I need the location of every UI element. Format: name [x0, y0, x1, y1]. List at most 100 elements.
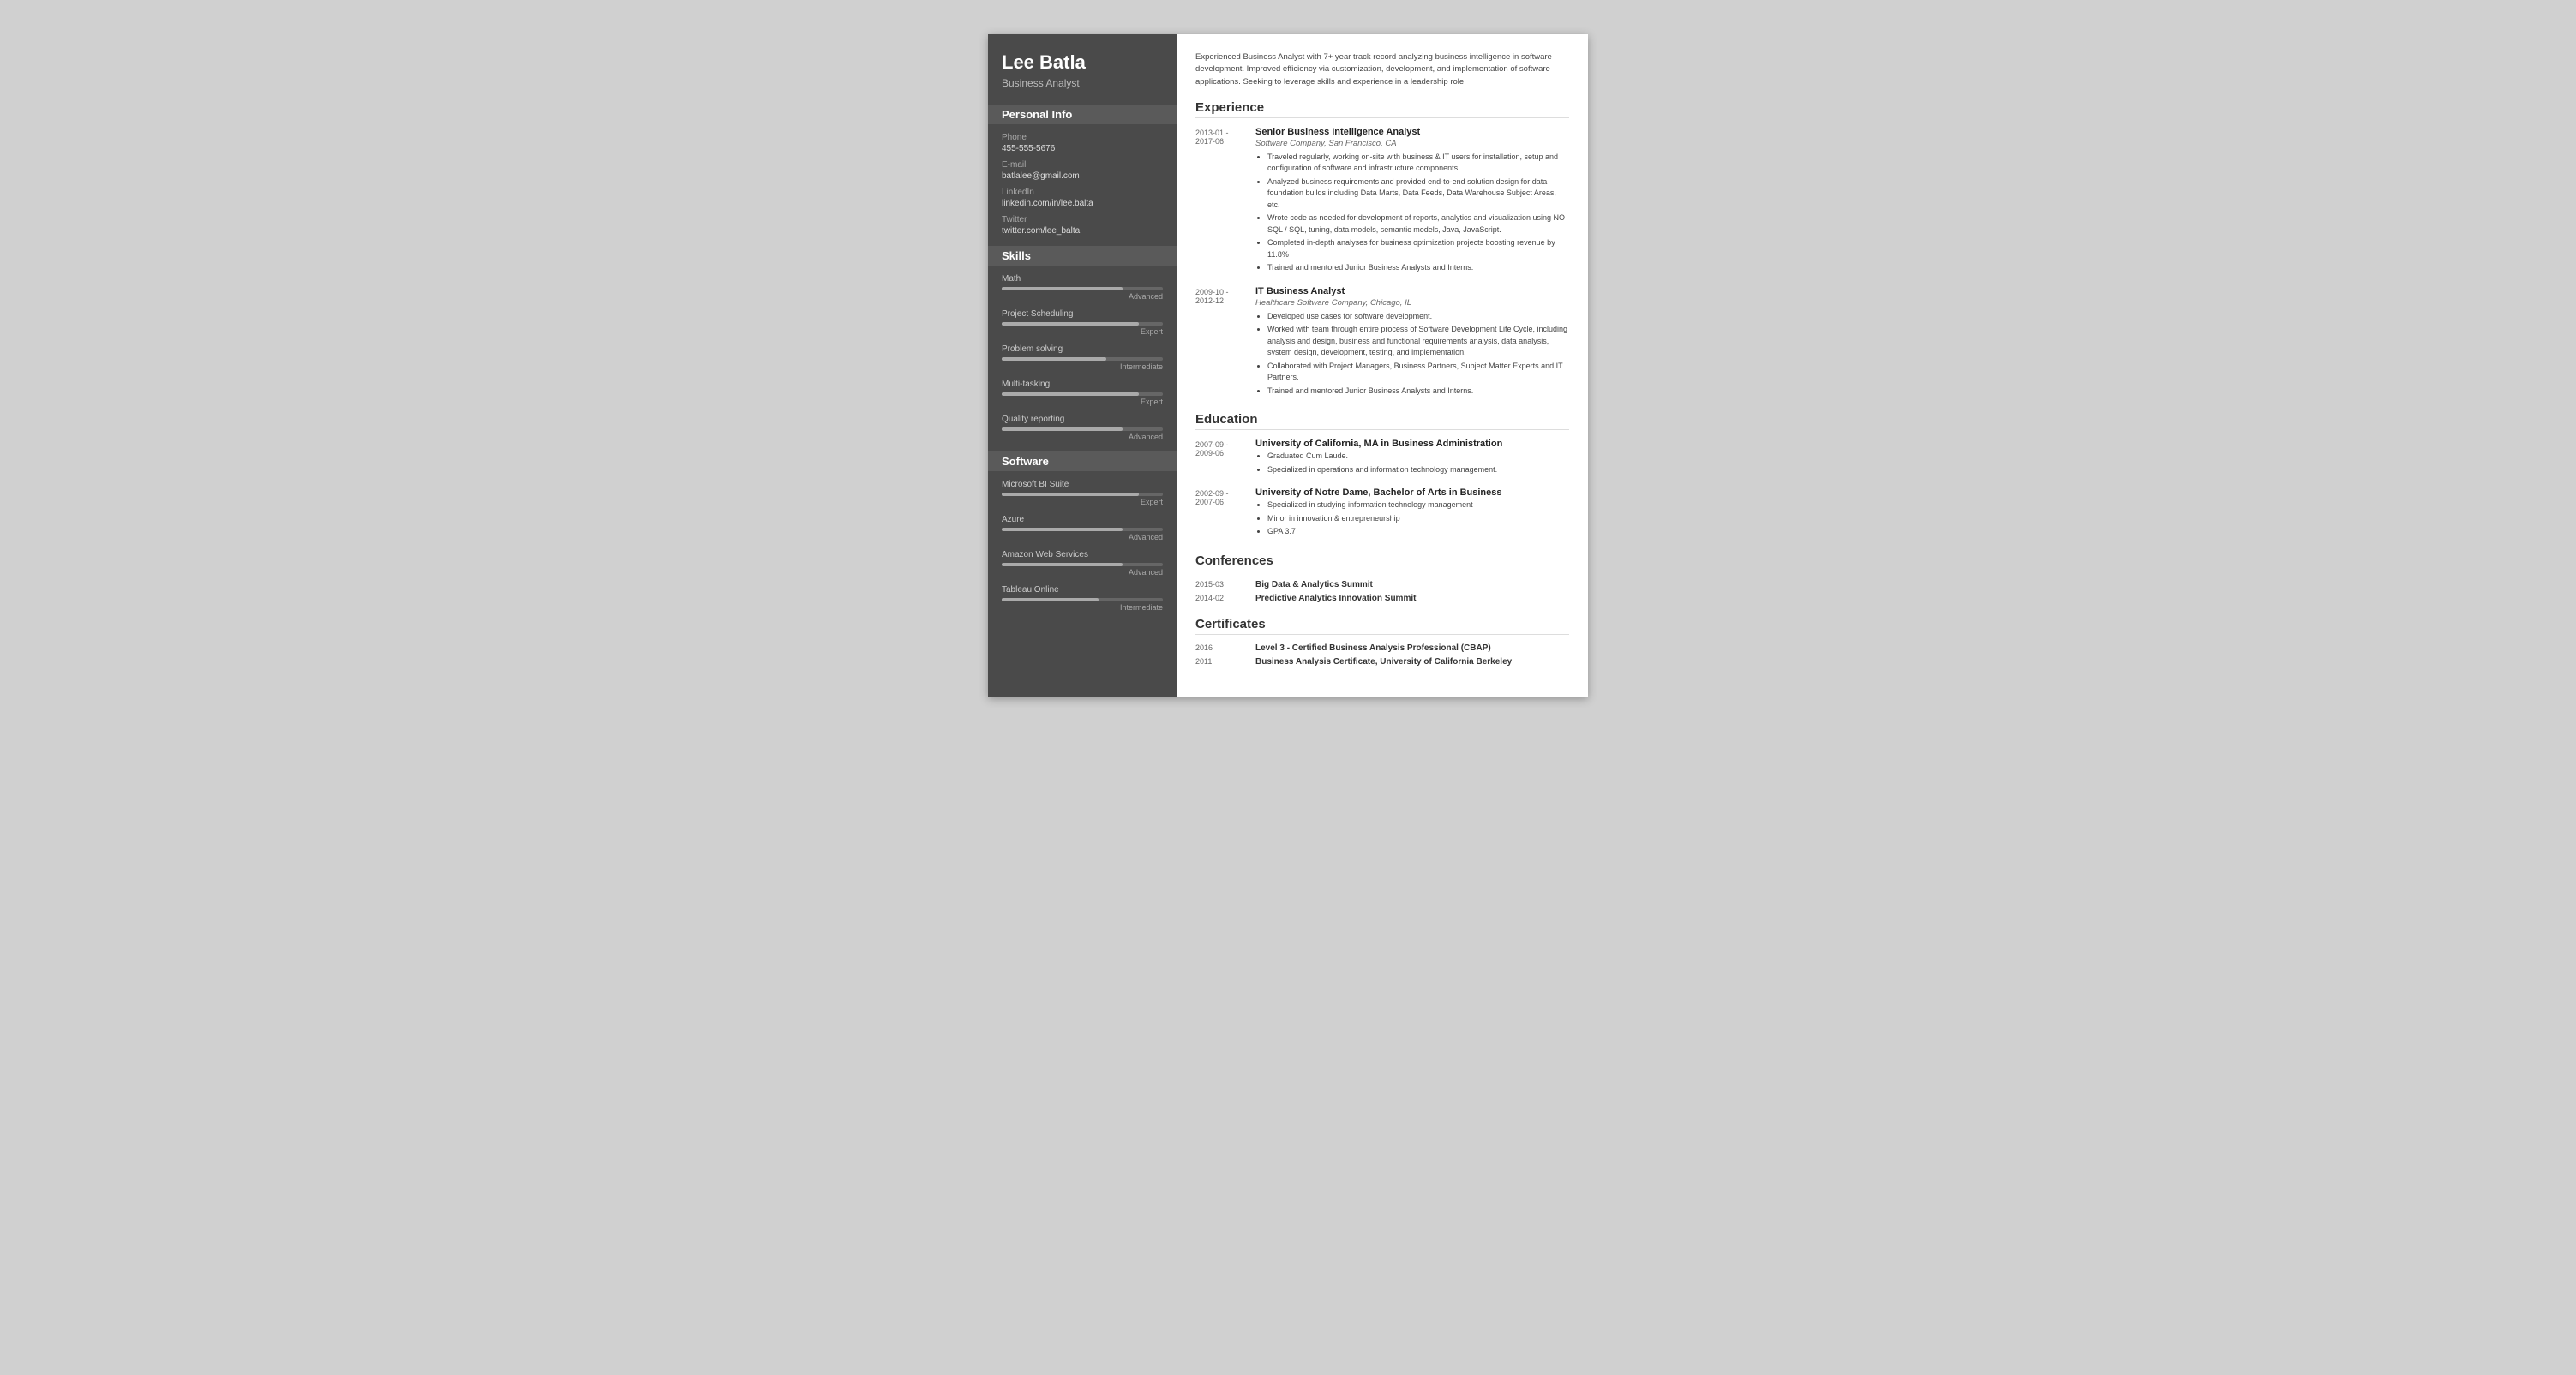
skill-name: Azure — [1002, 515, 1163, 524]
entry: 2013-01 -2017-06Senior Business Intellig… — [1195, 127, 1569, 276]
info-label: E-mail — [1002, 160, 1163, 170]
entry: 2009-10 -2012-12IT Business Analyst Healt… — [1195, 286, 1569, 399]
skill-bar-fill — [1002, 392, 1139, 396]
conferences-section: Conferences 2015-03Big Data & Analytics … — [1195, 553, 1569, 603]
certificates-heading: Certificates — [1195, 617, 1569, 635]
entry-content: IT Business Analyst Healthcare Software C… — [1255, 286, 1569, 399]
bullet-item: Wrote code as needed for development of … — [1267, 212, 1569, 236]
candidate-name: Lee Batla — [1002, 51, 1163, 74]
software-list: Microsoft BI Suite Expert Azure Advanced Ama… — [1002, 480, 1163, 612]
skill-bar-fill — [1002, 427, 1123, 431]
skill-name: Microsoft BI Suite — [1002, 480, 1163, 489]
personal-info-fields: Phone 455-555-5676 E-mailbatlalee@gmail.co… — [1002, 133, 1163, 236]
entry-bullets: Traveled regularly, working on-site with… — [1255, 152, 1569, 274]
skill-bar-fill — [1002, 528, 1123, 531]
conference-date: 2015-03 — [1195, 580, 1255, 589]
info-label: Phone — [1002, 133, 1163, 142]
experience-heading: Experience — [1195, 100, 1569, 118]
bullet-item: Minor in innovation & entrepreneurship — [1267, 513, 1569, 525]
skill-bar-fill — [1002, 287, 1123, 290]
info-value: batlalee@gmail.com — [1002, 171, 1163, 181]
skills-heading: Skills — [988, 246, 1177, 266]
skill-level: Advanced — [1002, 292, 1163, 301]
skill-level: Advanced — [1002, 568, 1163, 577]
info-value: twitter.com/lee_balta — [1002, 226, 1163, 236]
entry: 2007-09 -2009-06University of California… — [1195, 439, 1569, 477]
skill-bar-bg — [1002, 563, 1163, 566]
certificate-row: 2011Business Analysis Certificate, Unive… — [1195, 657, 1569, 667]
skill-level: Expert — [1002, 398, 1163, 406]
skill-bar-fill — [1002, 322, 1139, 326]
skill-name: Problem solving — [1002, 344, 1163, 354]
entry-subtitle: Software Company, San Francisco, CA — [1255, 139, 1569, 148]
entry-title: University of Notre Dame, Bachelor of Ar… — [1255, 487, 1569, 498]
entry-bullets: Developed use cases for software develop… — [1255, 311, 1569, 398]
entry-date: 2002-09 -2007-06 — [1195, 487, 1255, 540]
bullet-item: Developed use cases for software develop… — [1267, 311, 1569, 323]
skill-level: Advanced — [1002, 433, 1163, 441]
sidebar: Lee Batla Business Analyst Personal Info… — [988, 34, 1177, 697]
info-label: Twitter — [1002, 215, 1163, 224]
software-heading: Software — [988, 451, 1177, 471]
certificate-year: 2016 — [1195, 643, 1255, 653]
skill-name: Multi-tasking — [1002, 380, 1163, 389]
bullet-item: Graduated Cum Laude. — [1267, 451, 1569, 463]
bullet-item: Specialized in operations and informatio… — [1267, 464, 1569, 476]
certificate-name: Level 3 - Certified Business Analysis Pr… — [1255, 643, 1491, 653]
skill-level: Intermediate — [1002, 362, 1163, 371]
bullet-item: Specialized in studying information tech… — [1267, 499, 1569, 511]
skill-name: Amazon Web Services — [1002, 550, 1163, 559]
entry-date: 2013-01 -2017-06 — [1195, 127, 1255, 276]
bullet-item: Trained and mentored Junior Business Ana… — [1267, 262, 1569, 274]
summary-text: Experienced Business Analyst with 7+ yea… — [1195, 51, 1569, 88]
skills-list: Math Advanced Project Scheduling Expert Prob… — [1002, 274, 1163, 441]
entry-title: University of California, MA in Business… — [1255, 439, 1569, 449]
candidate-title: Business Analyst — [1002, 77, 1163, 89]
conferences-list: 2015-03Big Data & Analytics Summit2014-0… — [1195, 580, 1569, 603]
conference-name: Predictive Analytics Innovation Summit — [1255, 594, 1416, 603]
skill-bar-bg — [1002, 322, 1163, 326]
bullet-item: Worked with team through entire process … — [1267, 324, 1569, 359]
bullet-item: GPA 3.7 — [1267, 526, 1569, 538]
skill-bar-bg — [1002, 427, 1163, 431]
experience-entries: 2013-01 -2017-06Senior Business Intellig… — [1195, 127, 1569, 399]
skill-name: Quality reporting — [1002, 415, 1163, 424]
entry: 2002-09 -2007-06University of Notre Dame… — [1195, 487, 1569, 540]
entry-content: Senior Business Intelligence AnalystSoft… — [1255, 127, 1569, 276]
main-content: Experienced Business Analyst with 7+ yea… — [1177, 34, 1588, 697]
entry-bullets: Graduated Cum Laude.Specialized in opera… — [1255, 451, 1569, 475]
conference-row: 2015-03Big Data & Analytics Summit — [1195, 580, 1569, 589]
skill-level: Expert — [1002, 498, 1163, 506]
skill-bar-bg — [1002, 493, 1163, 496]
conference-row: 2014-02Predictive Analytics Innovation S… — [1195, 594, 1569, 603]
conferences-heading: Conferences — [1195, 553, 1569, 571]
entry-title: IT Business Analyst — [1255, 286, 1569, 296]
certificates-list: 2016Level 3 - Certified Business Analysi… — [1195, 643, 1569, 667]
skill-bar-bg — [1002, 287, 1163, 290]
education-section: Education 2007-09 -2009-06University of … — [1195, 412, 1569, 540]
certificate-year: 2011 — [1195, 657, 1255, 667]
skill-name: Tableau Online — [1002, 585, 1163, 595]
skill-bar-fill — [1002, 563, 1123, 566]
skill-bar-bg — [1002, 528, 1163, 531]
info-value: 455-555-5676 — [1002, 144, 1163, 153]
skill-name: Project Scheduling — [1002, 309, 1163, 319]
certificate-row: 2016Level 3 - Certified Business Analysi… — [1195, 643, 1569, 653]
bullet-item: Completed in-depth analyses for business… — [1267, 237, 1569, 260]
skill-level: Advanced — [1002, 533, 1163, 541]
skill-bar-bg — [1002, 357, 1163, 361]
conference-date: 2014-02 — [1195, 594, 1255, 603]
entry-subtitle: Healthcare Software Company, Chicago, IL — [1255, 298, 1569, 308]
bullet-item: Traveled regularly, working on-site with… — [1267, 152, 1569, 175]
bullet-item: Analyzed business requirements and provi… — [1267, 176, 1569, 212]
education-heading: Education — [1195, 412, 1569, 430]
skill-bar-bg — [1002, 598, 1163, 601]
skill-name: Math — [1002, 274, 1163, 284]
bullet-item: Collaborated with Project Managers, Busi… — [1267, 361, 1569, 384]
skill-bar-fill — [1002, 357, 1106, 361]
entry-content: University of California, MA in Business… — [1255, 439, 1569, 477]
resume-container: Lee Batla Business Analyst Personal Info… — [988, 34, 1588, 697]
entry-bullets: Specialized in studying information tech… — [1255, 499, 1569, 538]
entry-date: 2009-10 -2012-12 — [1195, 286, 1255, 399]
conference-name: Big Data & Analytics Summit — [1255, 580, 1373, 589]
